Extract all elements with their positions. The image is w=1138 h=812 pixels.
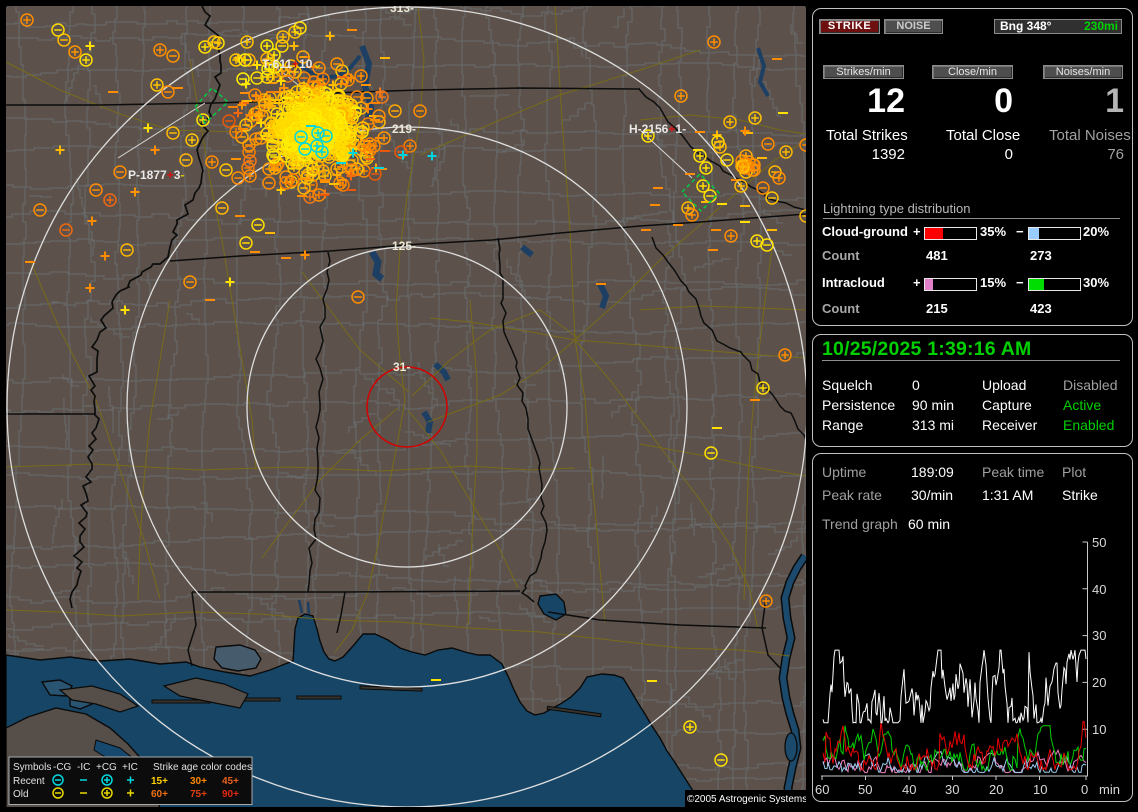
svg-text:Recent: Recent bbox=[13, 776, 45, 787]
svg-text:-IC: -IC bbox=[77, 762, 90, 773]
svg-text:313-: 313- bbox=[390, 1, 414, 15]
svg-text:P-1877+3-: P-1877+3- bbox=[128, 168, 184, 182]
svg-text:Symbols: Symbols bbox=[13, 762, 51, 773]
svg-text:©2005 Astrogenic Systems: ©2005 Astrogenic Systems bbox=[687, 794, 807, 805]
svg-text:30+: 30+ bbox=[190, 776, 207, 787]
svg-text:219-: 219- bbox=[392, 122, 416, 136]
svg-text:75+: 75+ bbox=[190, 789, 207, 800]
svg-text:T-611+10⌄: T-611+10⌄ bbox=[262, 57, 322, 71]
svg-text:125-: 125- bbox=[392, 239, 416, 253]
svg-text:90+: 90+ bbox=[222, 789, 239, 800]
svg-text:H-2156+1-: H-2156+1- bbox=[629, 122, 686, 136]
svg-text:Strike age color codes: Strike age color codes bbox=[153, 762, 252, 773]
svg-text:+IC: +IC bbox=[122, 762, 138, 773]
svg-text:31-: 31- bbox=[393, 360, 410, 374]
svg-text:45+: 45+ bbox=[222, 776, 239, 787]
svg-text:+CG: +CG bbox=[96, 762, 117, 773]
svg-text:-CG: -CG bbox=[53, 762, 72, 773]
svg-text:15+: 15+ bbox=[151, 776, 168, 787]
svg-text:60+: 60+ bbox=[151, 789, 168, 800]
svg-text:Old: Old bbox=[13, 789, 29, 800]
